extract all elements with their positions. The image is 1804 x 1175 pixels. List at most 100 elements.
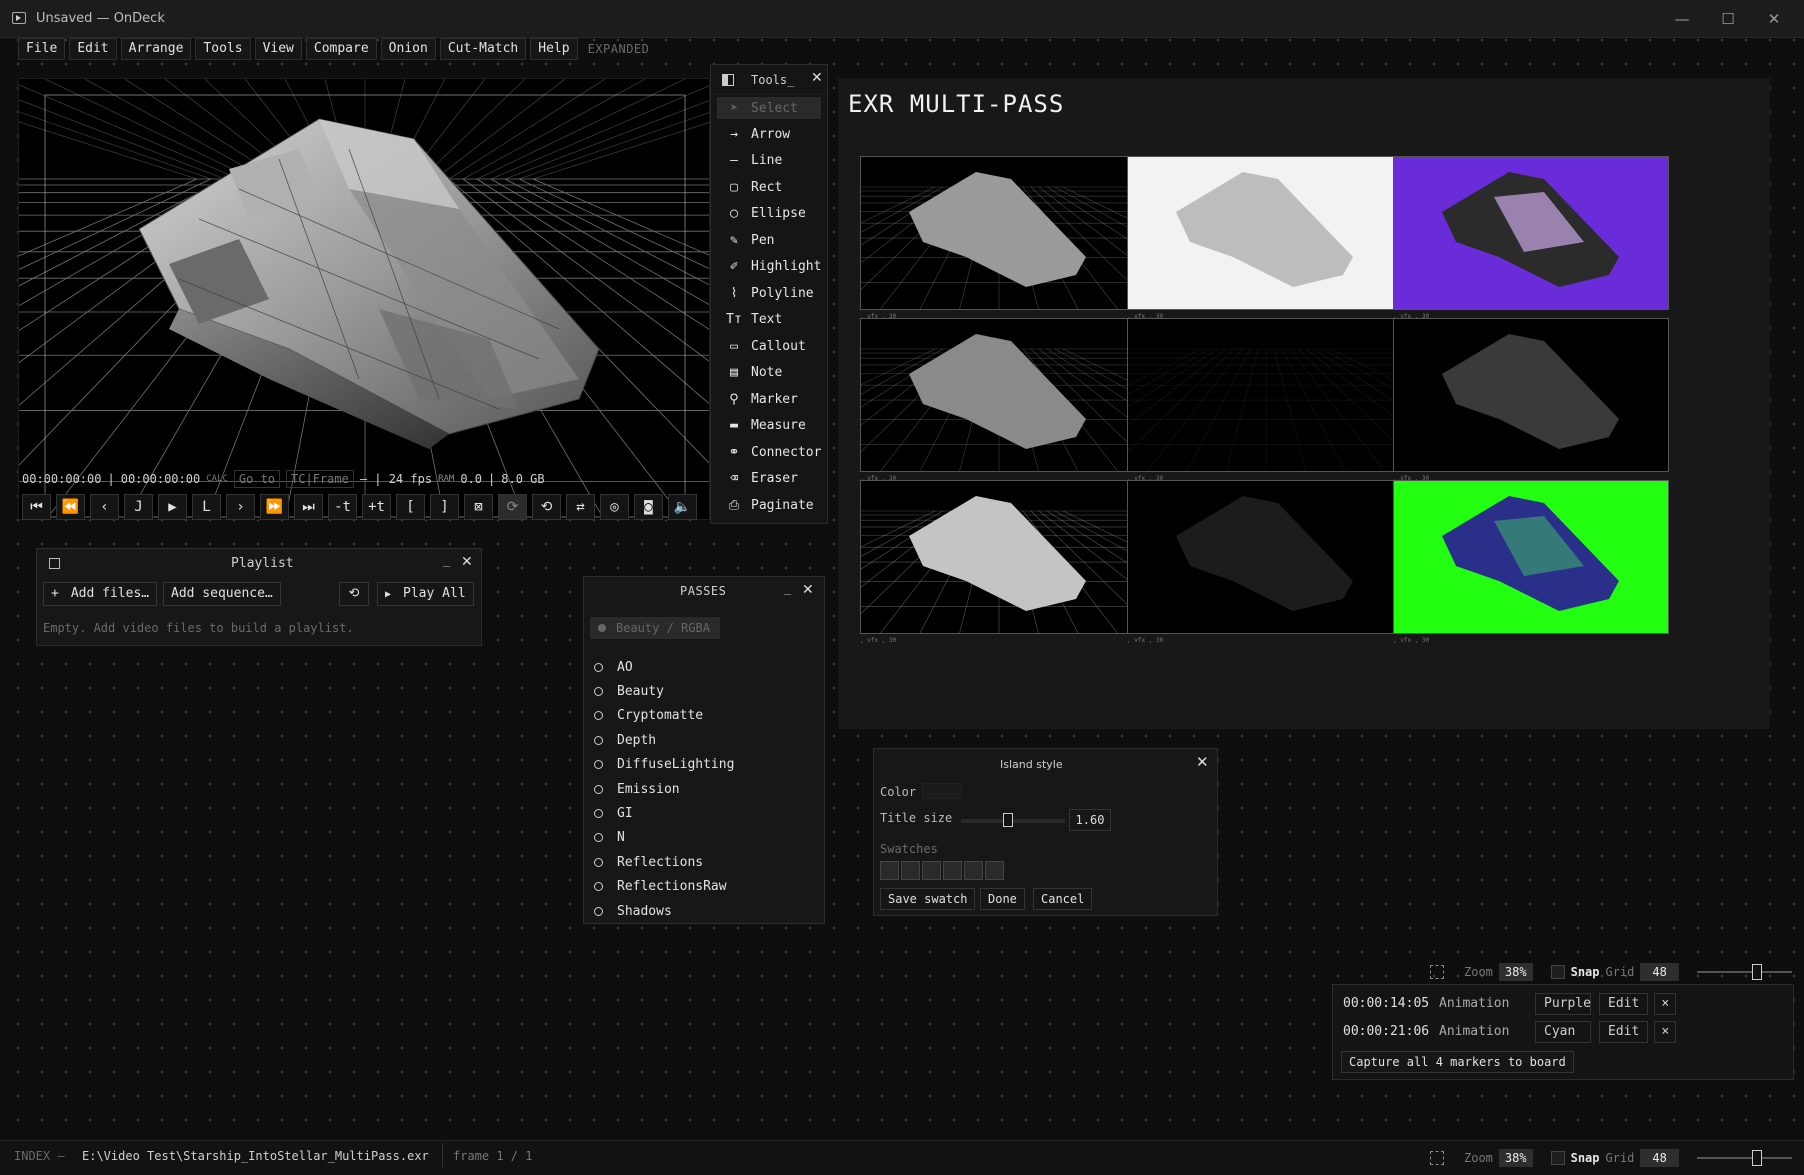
swatch[interactable] [901, 861, 920, 880]
tool-rect[interactable]: ▢ Rect [711, 174, 827, 201]
fit-view-icon[interactable] [1430, 965, 1444, 979]
menu-tools[interactable]: Tools [195, 38, 251, 60]
j-button[interactable]: J [124, 494, 153, 520]
radio-icon[interactable] [594, 809, 603, 819]
done-button[interactable]: Done [980, 888, 1025, 910]
color-picker[interactable] [922, 783, 962, 799]
pass-item[interactable]: DiffuseLighting [584, 753, 824, 777]
maximize-button[interactable]: ☐ [1706, 6, 1750, 32]
swatch[interactable] [880, 861, 899, 880]
popout-icon[interactable] [49, 558, 60, 569]
radio-icon[interactable] [594, 735, 603, 745]
pass-thumbnail[interactable] [860, 480, 1136, 634]
repeat-button[interactable]: ⟲ [339, 582, 369, 606]
step-forward-fast-button[interactable]: ⏩ [260, 494, 289, 520]
radio-icon[interactable] [594, 906, 603, 916]
passes-minimize-button[interactable]: _ [784, 581, 791, 595]
pass-item[interactable]: Cryptomatte [584, 704, 824, 728]
out-point-button[interactable]: ] [430, 494, 459, 520]
cancel-button[interactable]: Cancel [1033, 888, 1093, 910]
radio-icon[interactable] [594, 857, 603, 867]
swatch[interactable] [985, 861, 1004, 880]
title-size-input[interactable]: 1.60 [1069, 809, 1111, 831]
marker-row[interactable]: 00:00:14:05 Animation Purple Edit × [1343, 993, 1677, 1015]
step-back-fast-button[interactable]: ⏪ [56, 494, 85, 520]
step-back-button[interactable]: ‹ [90, 494, 119, 520]
footer-zoom-slider[interactable] [1696, 1150, 1792, 1166]
radio-icon[interactable] [594, 882, 603, 892]
video-viewer[interactable] [18, 78, 710, 520]
zoom-slider[interactable] [1696, 964, 1792, 980]
pass-thumbnail[interactable] [1393, 480, 1669, 634]
footer-snap-checkbox[interactable] [1550, 1151, 1565, 1165]
tool-marker[interactable]: ⚲ Marker [711, 386, 827, 413]
grid-value[interactable]: 48 [1640, 963, 1679, 981]
pass-thumbnail[interactable] [860, 156, 1136, 310]
menu-edit[interactable]: Edit [69, 38, 117, 60]
radio-icon[interactable] [594, 662, 603, 672]
menu-compare[interactable]: Compare [305, 38, 377, 60]
tool-note[interactable]: ▤ Note [711, 360, 827, 387]
exr-board[interactable]: EXR MULTI-PASS , vfx , 30 , vfx , 30 , vfx… [838, 78, 1770, 729]
marker-color-select[interactable]: Purple [1535, 993, 1591, 1015]
menu-view[interactable]: View [254, 38, 302, 60]
radio-icon[interactable] [594, 760, 603, 770]
current-pass-chip[interactable]: Beauty / RGBA [590, 617, 720, 639]
footer-grid-value[interactable]: 48 [1640, 1149, 1679, 1167]
pass-thumbnail[interactable] [1393, 318, 1669, 472]
tool-text[interactable]: Tт Text [711, 307, 827, 334]
menu-help[interactable]: Help [530, 38, 578, 60]
tool-highlight[interactable]: ✐ Highlight [711, 254, 827, 281]
pass-thumbnail[interactable] [1127, 156, 1403, 310]
menu-onion[interactable]: Onion [380, 38, 436, 60]
tool-pen[interactable]: ✎ Pen [711, 227, 827, 254]
pass-thumbnail[interactable] [860, 318, 1136, 472]
marker-remove-button[interactable]: × [1654, 1021, 1677, 1043]
ping-pong-button[interactable]: ⇄ [566, 494, 595, 520]
pass-item[interactable]: ReflectionsRaw [584, 875, 824, 899]
step-forward-button[interactable]: › [226, 494, 255, 520]
radio-icon[interactable] [594, 784, 603, 794]
goto-input[interactable]: Go to [233, 470, 281, 488]
tool-eraser[interactable]: ⌫ Eraser [711, 466, 827, 493]
title-size-slider[interactable] [961, 813, 1065, 827]
footer-zoom-value[interactable]: 38% [1498, 1149, 1533, 1167]
go-end-button[interactable]: ⏭ [294, 494, 323, 520]
play-button[interactable]: ▶ [158, 494, 187, 520]
tool-paginate[interactable]: ⎙ Paginate [711, 492, 827, 519]
tool-ellipse[interactable]: ◯ Ellipse [711, 201, 827, 228]
loop-range-button[interactable]: ⟳ [498, 494, 527, 520]
pass-item[interactable]: N [584, 826, 824, 850]
loop-button[interactable]: ⟲ [532, 494, 561, 520]
menu-cut-match[interactable]: Cut-Match [439, 38, 527, 60]
plus-t-button[interactable]: +t [362, 494, 391, 520]
pass-item[interactable]: Reflections [584, 850, 824, 874]
swatch[interactable] [943, 861, 962, 880]
target-button[interactable]: ◎ [600, 494, 629, 520]
close-window-button[interactable]: ✕ [1752, 6, 1796, 32]
pass-item[interactable]: Beauty [584, 679, 824, 703]
marker-row[interactable]: 00:00:21:06 Animation Cyan Edit × [1343, 1021, 1677, 1043]
pass-item[interactable]: AO [584, 655, 824, 679]
tool-arrow[interactable]: → Arrow [711, 121, 827, 148]
snapshot-button[interactable]: ◙ [634, 494, 663, 520]
marker-remove-button[interactable]: × [1654, 993, 1677, 1015]
pass-thumbnail[interactable] [1393, 156, 1669, 310]
menu-file[interactable]: File [18, 38, 66, 60]
title-size-slider-knob[interactable] [1003, 813, 1013, 827]
panel-dock-icon[interactable] [722, 74, 734, 86]
tool-select[interactable]: ➤ Select [717, 97, 821, 119]
pass-item[interactable]: Depth [584, 728, 824, 752]
tools-header[interactable]: Tools_ ✕ [711, 65, 827, 95]
in-point-button[interactable]: [ [396, 494, 425, 520]
pass-thumbnail[interactable] [1127, 480, 1403, 634]
zoom-value[interactable]: 38% [1498, 963, 1533, 981]
l-button[interactable]: L [192, 494, 221, 520]
tool-callout[interactable]: ▭ Callout [711, 333, 827, 360]
menu-arrange[interactable]: Arrange [120, 38, 192, 60]
add-sequence-button[interactable]: Add sequence… [163, 582, 281, 606]
swatch[interactable] [922, 861, 941, 880]
add-files-button[interactable]: + Add files… [43, 582, 158, 606]
pass-item[interactable]: Shadows [584, 899, 824, 923]
tc-frame-toggle[interactable]: TC|Frame [286, 470, 354, 488]
